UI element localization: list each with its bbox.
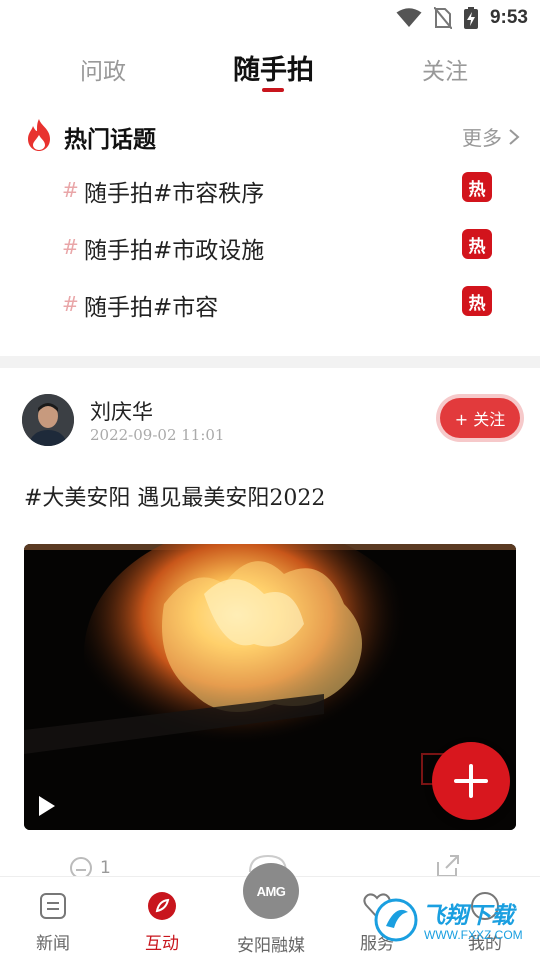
active-tab-indicator [262,88,284,92]
hot-topics-title: 热门话题 [64,127,156,153]
watermark-text: 飞翔下载 [422,903,514,929]
wifi-icon [396,8,422,27]
hash-icon: # [62,292,79,316]
watermark: 飞翔下载 WWW.FXXZ.COM [370,892,540,956]
more-label: 更多 [462,126,502,150]
watermark-url: WWW.FXXZ.COM [424,928,523,942]
no-sim-icon [433,7,452,29]
avatar-portrait [22,394,74,446]
top-tabs: 问政 随手拍 关注 [0,44,540,94]
topic-item[interactable]: # 随手拍#市容 热 [62,286,492,326]
nav-amg-label[interactable]: 安阳融媒 [225,931,317,956]
interact-icon [148,892,176,920]
chevron-right-icon [509,128,520,145]
topic-text: 随手拍#市容秩序 [84,181,265,207]
plus-icon [454,764,488,798]
hash-icon: # [62,235,79,259]
topic-item[interactable]: # 随手拍#市容秩序 热 [62,172,492,212]
status-bar: 9:53 [0,0,540,36]
comment-count: 1 [100,858,111,878]
tab-suishoupai[interactable]: 随手拍 [233,48,314,87]
nav-interact-label: 互动 [145,934,179,954]
battery-charging-icon [463,7,478,29]
tab-wenzheng[interactable]: 问政 [80,52,126,86]
more-link[interactable]: 更多 [462,122,520,151]
follow-button[interactable]: + 关注 [440,398,520,438]
topic-text: 随手拍#市容 [84,295,219,321]
amg-logo-button[interactable]: AMG [243,863,299,919]
topic-text: 随手拍#市政设施 [84,238,265,264]
nav-news-label: 新闻 [36,934,70,954]
hot-badge: 热 [462,229,492,259]
nav-news[interactable]: 新闻 [8,891,98,954]
nav-interact[interactable]: 互动 [117,891,207,954]
avatar[interactable] [22,394,74,446]
post-timestamp: 2022-09-02 11:01 [90,426,225,444]
tab-guanzhu[interactable]: 关注 [422,52,468,86]
watermark-logo-icon [374,898,418,942]
play-icon[interactable] [36,794,58,818]
hot-badge: 热 [462,172,492,202]
flame-icon [28,119,50,151]
add-post-button[interactable] [432,742,510,820]
news-icon [40,893,66,919]
hash-icon: # [62,178,79,202]
amg-logo: AMG [256,883,286,899]
status-time: 9:53 [489,7,528,28]
author-name[interactable]: 刘庆华 [90,396,153,426]
hot-badge: 热 [462,286,492,316]
share-icon[interactable] [436,854,462,878]
section-divider [0,356,540,368]
topic-item[interactable]: # 随手拍#市政设施 热 [62,229,492,269]
hot-topics-header: 热门话题 更多 [24,116,520,156]
post-text[interactable]: #大美安阳 遇见最美安阳2022 [24,480,325,512]
